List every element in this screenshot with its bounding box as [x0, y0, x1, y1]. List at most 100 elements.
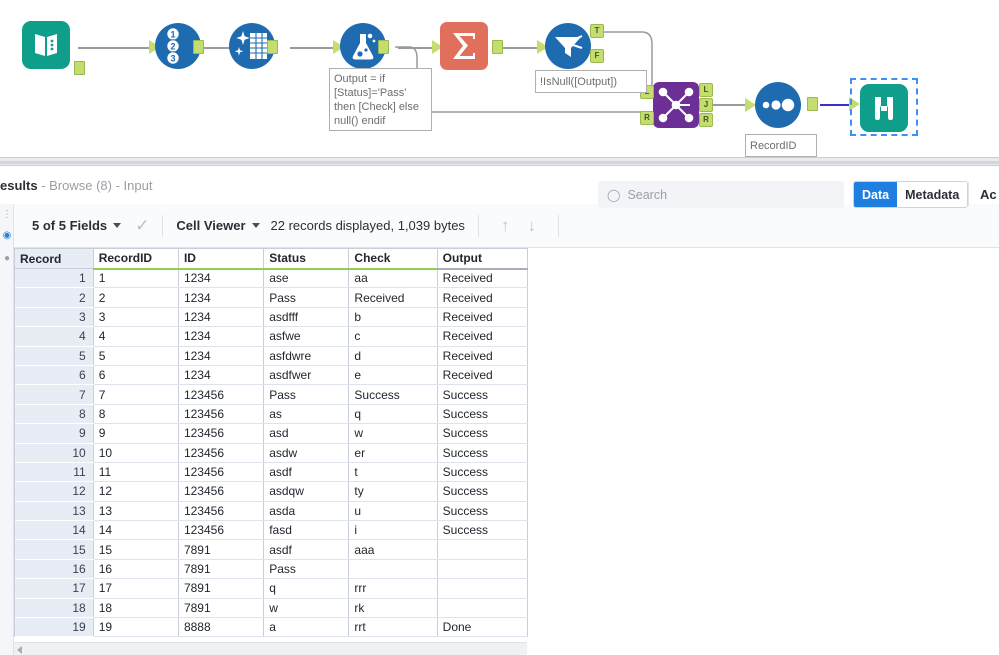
- tool-filter[interactable]: T F: [545, 23, 604, 69]
- cell-record[interactable]: 10: [15, 443, 94, 463]
- table-row[interactable]: 12 12 123456 asdqw ty Success: [15, 481, 529, 502]
- cell-status[interactable]: asdfff: [263, 307, 350, 328]
- cell-id[interactable]: 1234: [178, 346, 265, 366]
- cell-record[interactable]: 14: [15, 520, 94, 541]
- cell-recordid[interactable]: 3: [93, 307, 179, 328]
- cell-recordid[interactable]: 13: [93, 501, 179, 522]
- cell-recordid[interactable]: 15: [93, 539, 179, 560]
- port-filter-true[interactable]: T: [590, 24, 604, 38]
- cell-check[interactable]: u: [348, 501, 438, 522]
- cell-recordid[interactable]: 19: [93, 617, 179, 638]
- cell-status[interactable]: ase: [263, 268, 350, 289]
- cell-status[interactable]: asdfwer: [263, 365, 350, 386]
- cell-record[interactable]: 11: [15, 462, 94, 483]
- table-row[interactable]: 13 13 123456 asda u Success: [15, 501, 529, 522]
- column-header-status[interactable]: Status: [263, 248, 350, 270]
- scroll-up-icon[interactable]: ↑: [501, 216, 510, 236]
- cell-status[interactable]: Pass: [263, 287, 350, 308]
- cell-record[interactable]: 15: [15, 539, 94, 560]
- tool-join[interactable]: L R L J R: [640, 82, 713, 128]
- cell-status[interactable]: w: [263, 598, 350, 619]
- fields-selector[interactable]: 5 of 5 Fields: [32, 218, 122, 233]
- cell-check[interactable]: b: [348, 307, 438, 328]
- port-output-input-data[interactable]: [74, 61, 85, 75]
- table-row[interactable]: 2 2 1234 Pass Received Received: [15, 287, 529, 308]
- cell-recordid[interactable]: 9: [93, 423, 179, 444]
- table-row[interactable]: 19 19 8888 a rrt Done: [15, 617, 529, 638]
- cell-status[interactable]: Pass: [263, 384, 350, 405]
- cell-recordid[interactable]: 18: [93, 598, 179, 619]
- cell-check[interactable]: q: [348, 404, 438, 425]
- port-output-recordid[interactable]: [193, 40, 204, 54]
- cell-record[interactable]: 5: [15, 346, 94, 366]
- port-output-cleansing[interactable]: [267, 40, 278, 54]
- scroll-left-arrow-icon[interactable]: [17, 646, 22, 654]
- cell-output[interactable]: Received: [437, 326, 529, 347]
- column-header-output[interactable]: Output: [437, 248, 529, 270]
- table-row[interactable]: 18 18 7891 w rk: [15, 598, 529, 619]
- cell-id[interactable]: 7891: [178, 578, 265, 599]
- cell-recordid[interactable]: 5: [93, 346, 179, 366]
- cell-check[interactable]: rrt: [348, 617, 438, 638]
- cell-id[interactable]: 7891: [178, 598, 265, 619]
- cell-recordid[interactable]: 11: [93, 462, 179, 483]
- cell-output[interactable]: Received: [437, 287, 529, 308]
- cell-output[interactable]: Success: [437, 443, 529, 463]
- cell-output[interactable]: [437, 559, 529, 580]
- cell-record[interactable]: 19: [15, 617, 94, 638]
- port-join-output-right[interactable]: R: [699, 113, 713, 127]
- cell-check[interactable]: d: [348, 346, 438, 366]
- cell-id[interactable]: 123456: [178, 520, 265, 541]
- cell-recordid[interactable]: 12: [93, 481, 179, 502]
- cell-record[interactable]: 13: [15, 501, 94, 522]
- cell-output[interactable]: [437, 578, 529, 599]
- cell-check[interactable]: c: [348, 326, 438, 347]
- tab-metadata[interactable]: Metadata: [897, 182, 968, 207]
- cell-check[interactable]: [348, 559, 438, 580]
- cell-id[interactable]: 1234: [178, 326, 265, 347]
- tab-data[interactable]: Data: [854, 182, 898, 207]
- horizontal-scrollbar[interactable]: [14, 642, 527, 655]
- cell-id[interactable]: 1234: [178, 268, 265, 289]
- cell-viewer-selector[interactable]: Cell Viewer: [176, 218, 260, 233]
- cell-record[interactable]: 7: [15, 384, 94, 405]
- panel-divider-grip[interactable]: [0, 161, 999, 164]
- cell-check[interactable]: ty: [348, 481, 438, 502]
- cell-status[interactable]: asfwe: [263, 326, 350, 347]
- cell-status[interactable]: asdf: [263, 539, 350, 560]
- actions-button[interactable]: Ac: [980, 187, 997, 202]
- tool-formula[interactable]: [340, 23, 389, 69]
- tool-record-id[interactable]: 1 2 3: [155, 23, 204, 69]
- cell-recordid[interactable]: 7: [93, 384, 179, 405]
- cell-check[interactable]: w: [348, 423, 438, 444]
- cell-recordid[interactable]: 17: [93, 578, 179, 599]
- port-output-formula[interactable]: [378, 40, 389, 54]
- cell-check[interactable]: aaa: [348, 539, 438, 560]
- table-row[interactable]: 9 9 123456 asd w Success: [15, 423, 529, 444]
- tool-data-cleansing[interactable]: [229, 23, 278, 69]
- cell-output[interactable]: Received: [437, 365, 529, 386]
- port-join-output-join[interactable]: J: [699, 98, 713, 112]
- cell-status[interactable]: as: [263, 404, 350, 425]
- rail-info-icon[interactable]: ●: [1, 252, 13, 264]
- port-join-output-left[interactable]: L: [699, 83, 713, 97]
- cell-status[interactable]: asdf: [263, 462, 350, 483]
- table-row[interactable]: 14 14 123456 fasd i Success: [15, 520, 529, 541]
- scroll-down-icon[interactable]: ↓: [527, 216, 536, 236]
- results-table-container[interactable]: Record RecordID ID Status Check Output 1…: [14, 248, 529, 638]
- cell-record[interactable]: 12: [15, 481, 94, 502]
- cell-output[interactable]: Success: [437, 423, 529, 444]
- port-output-select[interactable]: [807, 97, 818, 111]
- table-row[interactable]: 8 8 123456 as q Success: [15, 404, 529, 425]
- cell-id[interactable]: 123456: [178, 443, 265, 463]
- workflow-canvas[interactable]: 1 2 3 T F R L J R Output = if [Status]='…: [0, 0, 999, 163]
- table-row[interactable]: 15 15 7891 asdf aaa: [15, 539, 529, 560]
- cell-output[interactable]: Received: [437, 346, 529, 366]
- rail-indicator-icon[interactable]: ◉: [1, 229, 13, 241]
- cell-status[interactable]: asdqw: [263, 481, 350, 502]
- cell-output[interactable]: Success: [437, 520, 529, 541]
- cell-recordid[interactable]: 10: [93, 443, 179, 463]
- tool-input-data[interactable]: [22, 21, 85, 75]
- cell-status[interactable]: a: [263, 617, 350, 638]
- cell-status[interactable]: q: [263, 578, 350, 599]
